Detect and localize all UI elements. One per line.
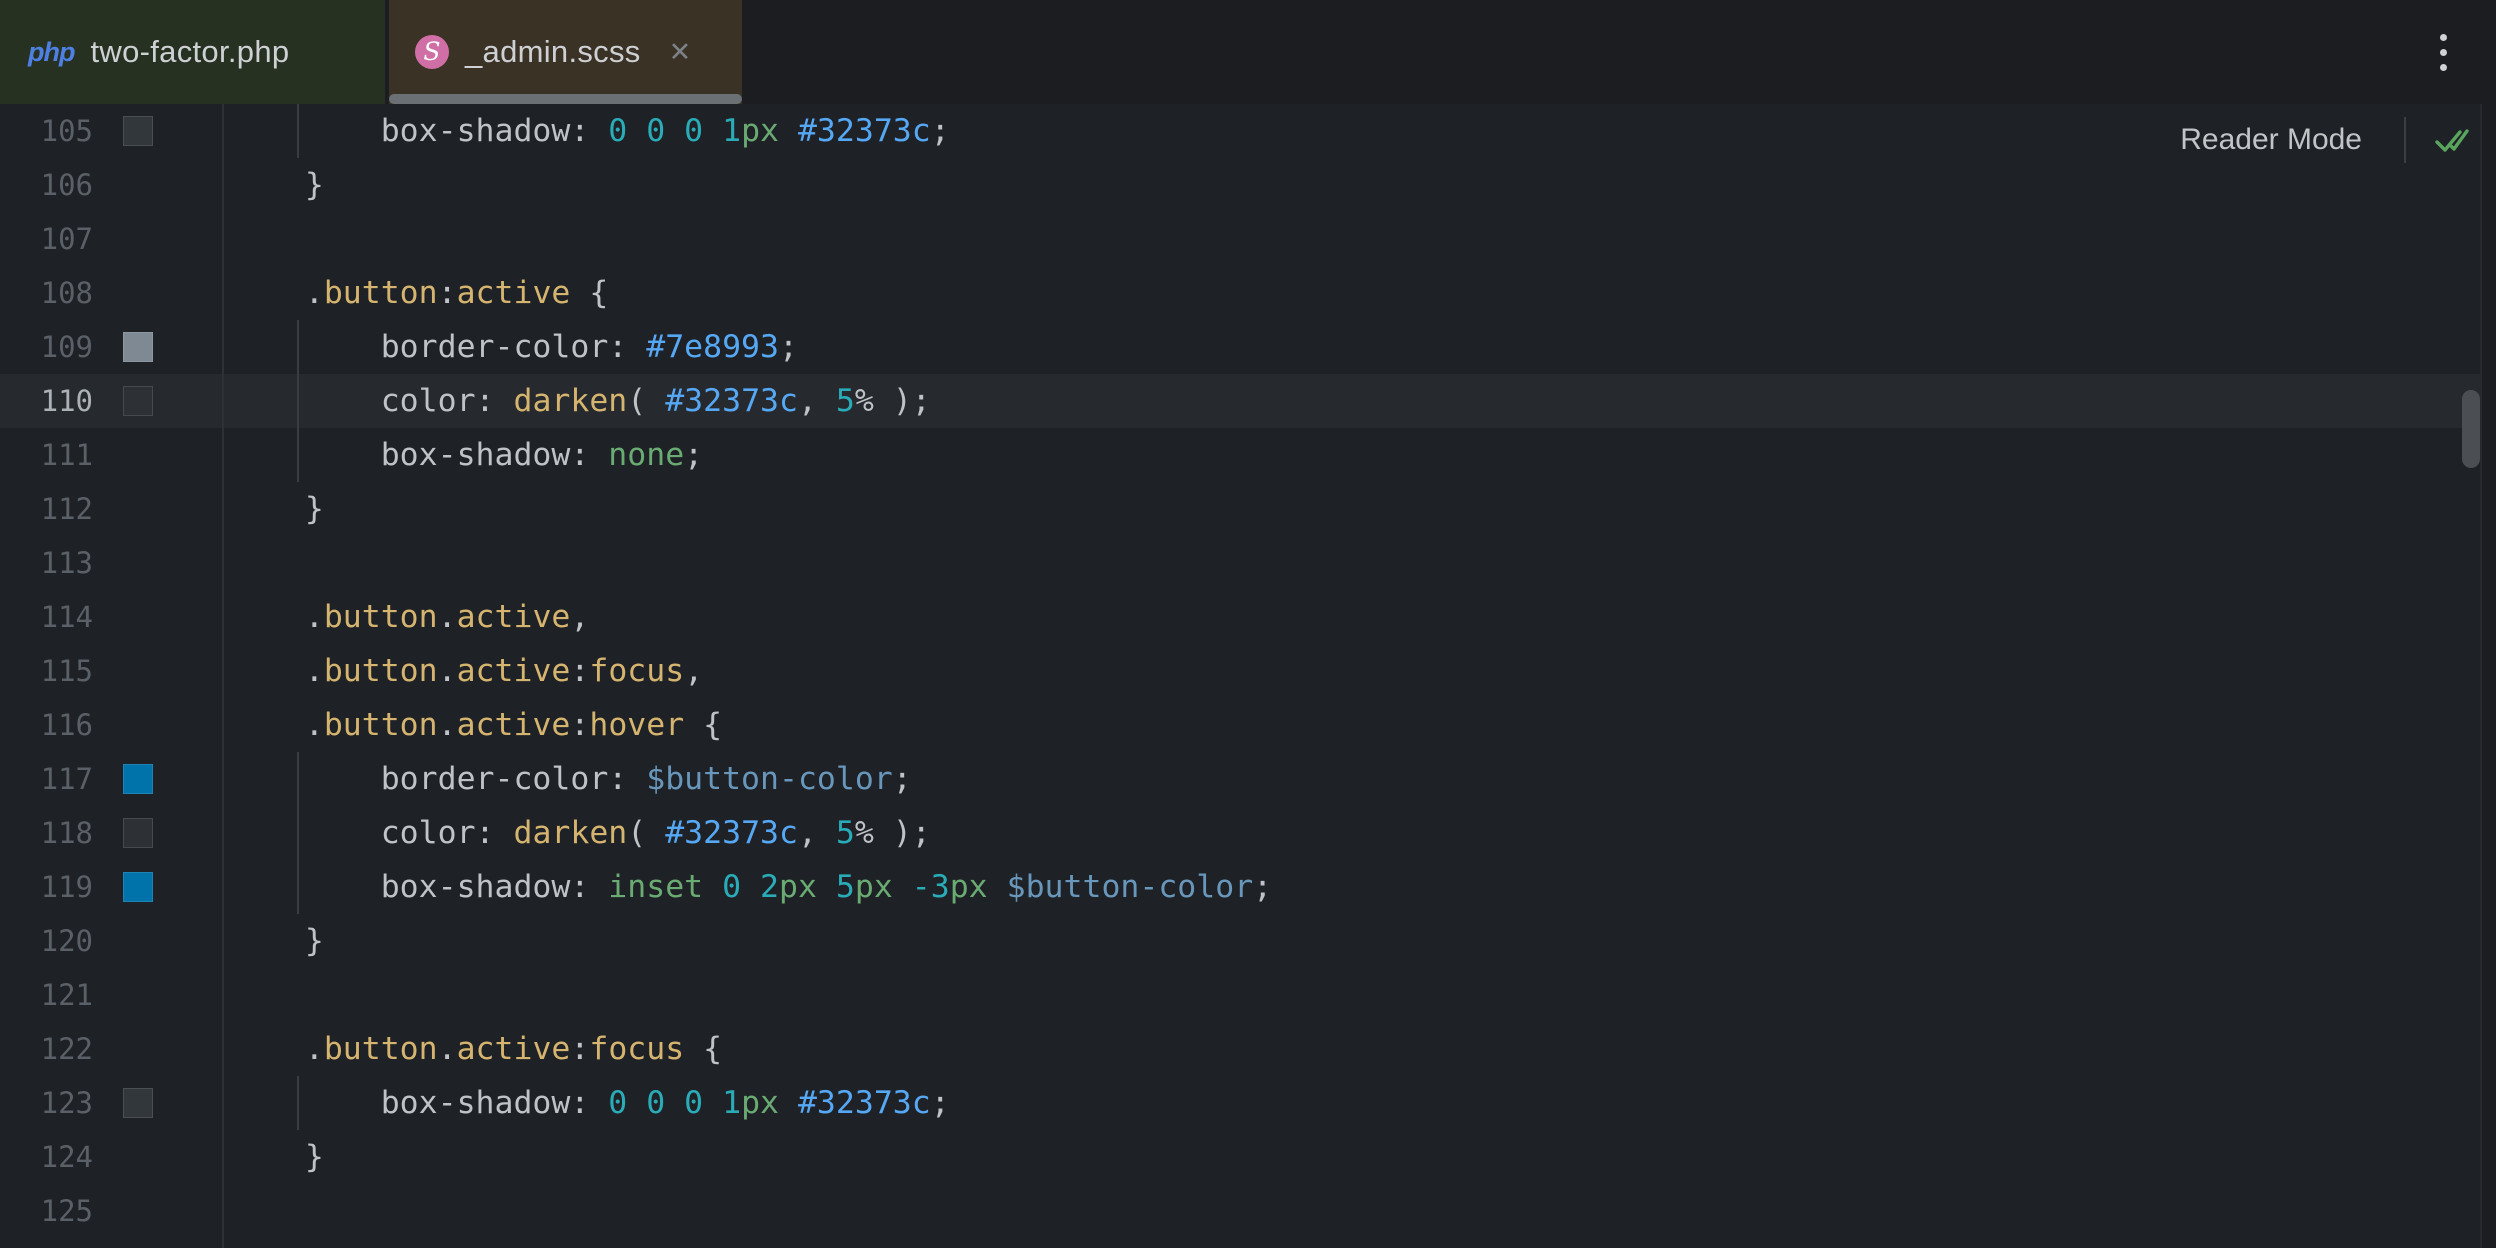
code-line[interactable]: 111 box-shadow: none; (0, 428, 2482, 482)
code-text: .button.active:focus, (229, 644, 703, 698)
line-number: 105 (0, 104, 93, 158)
code-line[interactable]: 112 } (0, 482, 2482, 536)
line-number: 110 (0, 374, 93, 428)
line-number: 121 (0, 968, 93, 1022)
code-text: } (229, 914, 324, 968)
line-number: 120 (0, 914, 93, 968)
line-number: 123 (0, 1076, 93, 1130)
line-number: 109 (0, 320, 93, 374)
tab-admin-scss[interactable]: S _admin.scss ✕ (389, 0, 742, 104)
code-line[interactable]: 106 } (0, 158, 2482, 212)
code-text: box-shadow: none; (229, 428, 703, 482)
tab-label: _admin.scss (465, 34, 641, 70)
code-line[interactable]: 116 .button.active:hover { (0, 698, 2482, 752)
tab-label: two-factor.php (90, 34, 289, 70)
line-number: 116 (0, 698, 93, 752)
code-line[interactable]: 125 (0, 1184, 2482, 1238)
code-line[interactable]: 105 box-shadow: 0 0 0 1px #32373c; (0, 104, 2482, 158)
code-line[interactable]: 119 box-shadow: inset 0 2px 5px -3px $bu… (0, 860, 2482, 914)
code-line[interactable]: 117 border-color: $button-color; (0, 752, 2482, 806)
reader-mode-widget[interactable]: Reader Mode (2180, 114, 2472, 166)
code-text: color: darken( #32373c, 5% ); (229, 374, 931, 428)
code-line[interactable]: 110 color: darken( #32373c, 5% ); (0, 374, 2482, 428)
line-number: 114 (0, 590, 93, 644)
close-icon[interactable]: ✕ (669, 37, 692, 68)
tab-two-factor-php[interactable]: php two-factor.php (0, 0, 385, 104)
line-number: 106 (0, 158, 93, 212)
ide-window: php two-factor.php S _admin.scss ✕ 105 b… (0, 0, 2496, 1248)
code-text: } (229, 1130, 324, 1184)
code-line[interactable]: 118 color: darken( #32373c, 5% ); (0, 806, 2482, 860)
inspections-ok-icon[interactable] (2430, 119, 2472, 161)
code-line[interactable]: 121 (0, 968, 2482, 1022)
widget-divider (2404, 117, 2406, 163)
code-text: .button.active:hover { (229, 698, 722, 752)
code-text: box-shadow: inset 0 2px 5px -3px $button… (229, 860, 1272, 914)
color-preview-swatch[interactable] (123, 872, 153, 902)
color-preview-swatch[interactable] (123, 116, 153, 146)
code-line[interactable]: 114 .button.active, (0, 590, 2482, 644)
active-tab-underline (389, 94, 742, 104)
code-text: .button.active:focus { (229, 1022, 722, 1076)
code-line[interactable]: 123 box-shadow: 0 0 0 1px #32373c; (0, 1076, 2482, 1130)
code-line[interactable]: 115 .button.active:focus, (0, 644, 2482, 698)
line-number: 117 (0, 752, 93, 806)
line-number: 107 (0, 212, 93, 266)
code-line[interactable]: 120 } (0, 914, 2482, 968)
code-text: } (229, 482, 324, 536)
line-number: 112 (0, 482, 93, 536)
php-file-icon: php (28, 37, 74, 68)
code-text: border-color: #7e8993; (229, 320, 798, 374)
color-preview-swatch[interactable] (123, 1088, 153, 1118)
code-text: } (229, 158, 324, 212)
color-preview-swatch[interactable] (123, 332, 153, 362)
line-number: 119 (0, 860, 93, 914)
code-line[interactable]: 109 border-color: #7e8993; (0, 320, 2482, 374)
code-text: color: darken( #32373c, 5% ); (229, 806, 931, 860)
code-line[interactable]: 108 .button:active { (0, 266, 2482, 320)
scrollbar-track (2480, 104, 2496, 1248)
code-line[interactable]: 107 (0, 212, 2482, 266)
editor-tab-bar: php two-factor.php S _admin.scss ✕ (0, 0, 2496, 104)
code-text: .button.active, (229, 590, 589, 644)
code-line[interactable]: 113 (0, 536, 2482, 590)
color-preview-swatch[interactable] (123, 386, 153, 416)
color-preview-swatch[interactable] (123, 764, 153, 794)
reader-mode-label: Reader Mode (2180, 123, 2362, 157)
code-line[interactable]: 124 } (0, 1130, 2482, 1184)
code-editor[interactable]: 105 box-shadow: 0 0 0 1px #32373c;106 }1… (0, 104, 2496, 1248)
code-lines: 105 box-shadow: 0 0 0 1px #32373c;106 }1… (0, 104, 2482, 1238)
line-number: 115 (0, 644, 93, 698)
code-text: .button:active { (229, 266, 608, 320)
code-line[interactable]: 122 .button.active:focus { (0, 1022, 2482, 1076)
color-preview-swatch[interactable] (123, 818, 153, 848)
kebab-menu-icon[interactable] (2432, 26, 2454, 78)
code-text: box-shadow: 0 0 0 1px #32373c; (229, 1076, 950, 1130)
line-number: 108 (0, 266, 93, 320)
line-number: 113 (0, 536, 93, 590)
code-text: box-shadow: 0 0 0 1px #32373c; (229, 104, 950, 158)
sass-file-icon: S (415, 35, 449, 69)
code-text: border-color: $button-color; (229, 752, 912, 806)
line-number: 125 (0, 1184, 93, 1238)
line-number: 118 (0, 806, 93, 860)
scrollbar-thumb[interactable] (2462, 390, 2480, 468)
line-number: 111 (0, 428, 93, 482)
line-number: 124 (0, 1130, 93, 1184)
line-number: 122 (0, 1022, 93, 1076)
